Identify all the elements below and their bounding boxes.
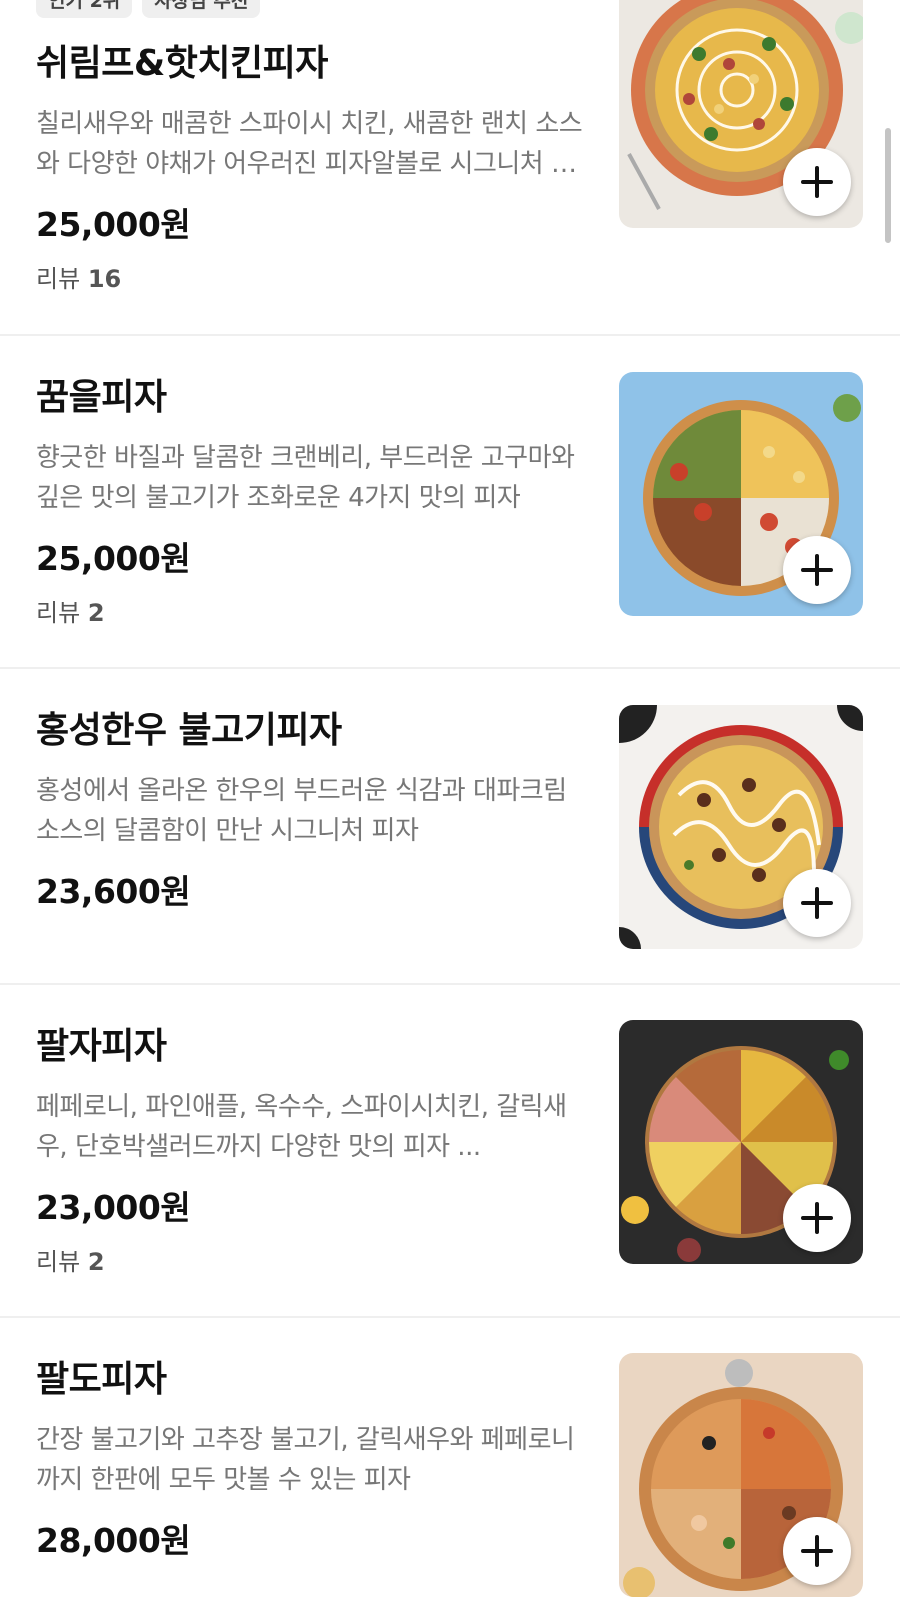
item-thumbnail[interactable] — [619, 1020, 863, 1264]
menu-item-shrimp-hot-chicken[interactable]: 인기 2위 사장님 추천 쉬림프&핫치킨피자 칠리새우와 매콤한 스파이시 치킨… — [0, 0, 900, 336]
add-button[interactable] — [783, 869, 851, 937]
item-price: 23,600원 — [36, 872, 191, 911]
owner-pick-badge: 사장님 추천 — [142, 0, 261, 18]
add-button[interactable] — [783, 536, 851, 604]
plus-icon — [801, 1535, 833, 1567]
item-thumbnail[interactable] — [619, 372, 863, 616]
plus-icon — [801, 166, 833, 198]
item-description: 간장 불고기와 고추장 불고기, 갈릭새우와 페페로니까지 한판에 모두 맛볼 … — [36, 1425, 575, 1495]
review-label: 리뷰 — [36, 265, 81, 293]
item-thumbnail[interactable] — [619, 1353, 863, 1597]
review-count[interactable]: 리뷰 16 — [36, 264, 121, 294]
item-price: 28,000원 — [36, 1521, 191, 1560]
scrollbar[interactable] — [885, 128, 891, 243]
review-label: 리뷰 — [36, 1248, 81, 1276]
item-thumbnail[interactable] — [619, 705, 863, 949]
plus-icon — [801, 887, 833, 919]
item-name: 꿈을피자 — [36, 377, 167, 418]
item-description: 칠리새우와 매콤한 스파이시 치킨, 새콤한 랜치 소스와 다양한 야채가 어우… — [36, 109, 583, 179]
item-thumbnail[interactable] — [619, 0, 863, 228]
item-price: 25,000원 — [36, 539, 191, 578]
review-number: 2 — [87, 599, 105, 627]
item-name: 쉬림프&핫치킨피자 — [36, 43, 328, 84]
plus-icon — [801, 1202, 833, 1234]
review-number: 16 — [87, 265, 122, 293]
review-count[interactable]: 리뷰 2 — [36, 1247, 105, 1277]
plus-icon — [801, 554, 833, 586]
item-name: 홍성한우 불고기피자 — [36, 710, 342, 751]
item-description: 향긋한 바질과 달콤한 크랜베리, 부드러운 고구마와 깊은 맛의 불고기가 조… — [36, 443, 575, 513]
review-count[interactable]: 리뷰 2 — [36, 598, 105, 628]
menu-item-paldo-pizza[interactable]: 팔도피자 간장 불고기와 고추장 불고기, 갈릭새우와 페페로니까지 한판에 모… — [0, 1318, 900, 1597]
add-button[interactable] — [783, 148, 851, 216]
menu-item-palja-pizza[interactable]: 팔자피자 페페로니, 파인애플, 옥수수, 스파이시치킨, 갈릭새우, 단호박샐… — [0, 985, 900, 1318]
item-description: 페페로니, 파인애플, 옥수수, 스파이시치킨, 갈릭새우, 단호박샐러드까지 … — [36, 1092, 567, 1162]
review-number: 2 — [87, 1248, 105, 1276]
menu-item-hongseong-hanwoo-bulgogi[interactable]: 홍성한우 불고기피자 홍성에서 올라온 한우의 부드러운 식감과 대파크림소스의… — [0, 669, 900, 985]
badge-group: 인기 2위 사장님 추천 — [36, 0, 261, 18]
menu-item-dream-pizza[interactable]: 꿈을피자 향긋한 바질과 달콤한 크랜베리, 부드러운 고구마와 깊은 맛의 불… — [0, 336, 900, 669]
rank-badge: 인기 2위 — [36, 0, 133, 18]
add-button[interactable] — [783, 1184, 851, 1252]
item-price: 23,000원 — [36, 1188, 191, 1227]
item-name: 팔자피자 — [36, 1026, 167, 1067]
item-name: 팔도피자 — [36, 1359, 167, 1400]
add-button[interactable] — [783, 1517, 851, 1585]
item-description: 홍성에서 올라온 한우의 부드러운 식감과 대파크림소스의 달콤함이 만난 시그… — [36, 776, 567, 846]
item-price: 25,000원 — [36, 205, 191, 244]
review-label: 리뷰 — [36, 599, 81, 627]
